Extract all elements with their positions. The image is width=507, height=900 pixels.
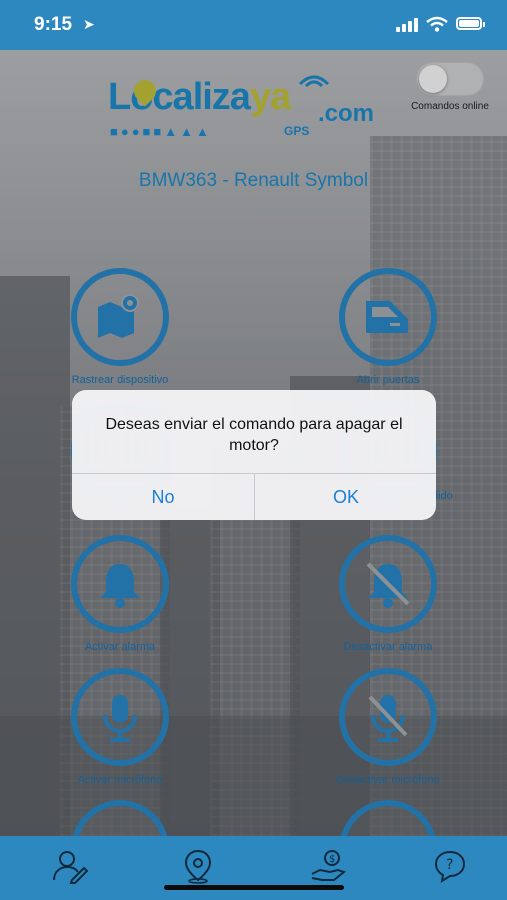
tab-location[interactable] — [176, 846, 220, 886]
tab-profile[interactable] — [48, 846, 92, 886]
wifi-icon — [426, 16, 448, 32]
battery-icon — [456, 17, 485, 30]
ok-button[interactable]: OK — [255, 474, 436, 520]
svg-text:?: ? — [446, 857, 453, 873]
cellular-signal-icon — [396, 18, 418, 32]
status-time: 9:15 — [34, 14, 73, 35]
money-hand-icon: $ — [311, 850, 346, 881]
home-indicator — [164, 885, 344, 890]
user-edit-icon — [53, 851, 88, 884]
tab-bar: $ ? — [0, 836, 507, 900]
help-chat-icon: ? — [434, 850, 466, 884]
svg-text:$: $ — [329, 854, 335, 865]
no-button[interactable]: No — [72, 474, 254, 520]
location-pin-icon — [184, 849, 212, 884]
dialog-message: Deseas enviar el comando para apagar el … — [105, 416, 403, 454]
location-arrow-icon: ➤ — [83, 16, 95, 32]
confirm-dialog: Deseas enviar el comando para apagar el … — [72, 390, 436, 520]
status-bar: 9:15 ➤ — [0, 0, 507, 50]
tab-help[interactable]: ? — [428, 846, 472, 886]
tab-payments[interactable]: $ — [306, 846, 350, 886]
